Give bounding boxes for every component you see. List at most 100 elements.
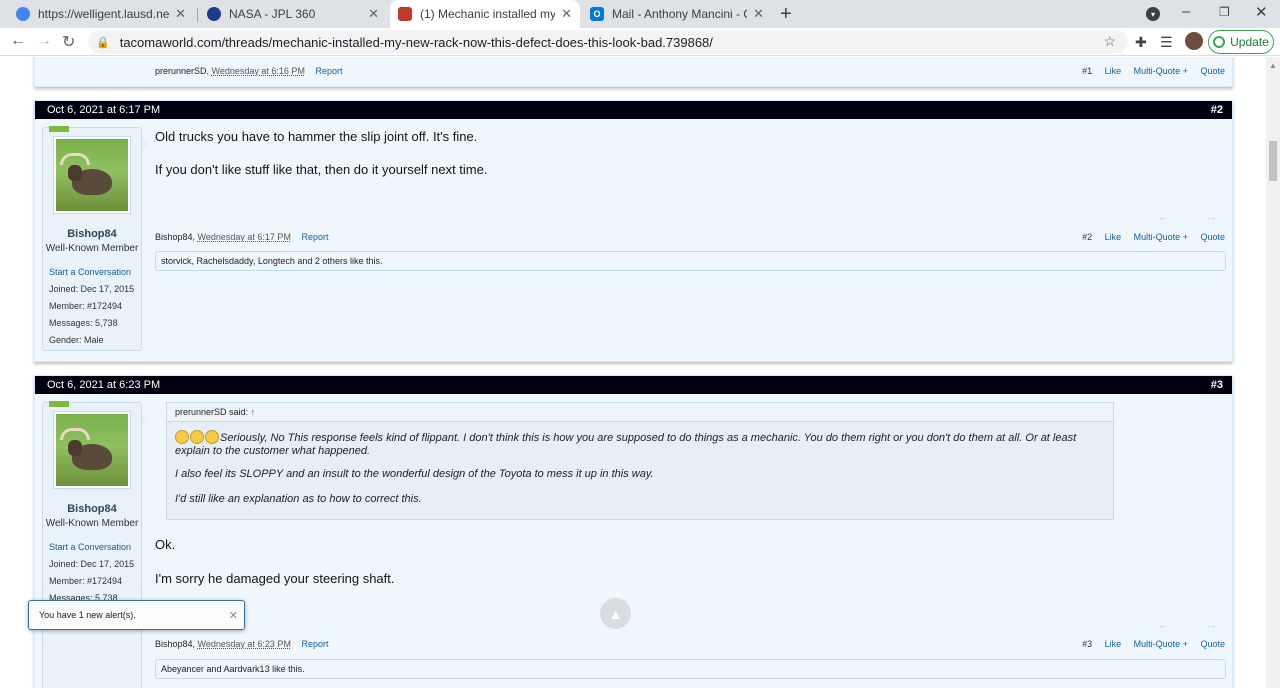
post-date[interactable]: Wednesday at 6:17 PM <box>198 232 291 242</box>
tab-welligent[interactable]: https://welligent.lausd.net/pls/ie/ ✕ <box>8 0 194 28</box>
post-number[interactable]: #2 <box>1082 232 1092 242</box>
close-tab-icon[interactable]: ✕ <box>753 6 764 22</box>
quote-link[interactable]: Quote <box>1200 66 1225 76</box>
author-link[interactable]: prerunnerSD <box>155 66 207 76</box>
quote-link[interactable]: Quote <box>1200 232 1225 242</box>
alert-toast[interactable]: You have 1 new alert(s). ✕ <box>28 600 245 630</box>
maximize-icon[interactable]: ❐ <box>1219 5 1230 19</box>
next-arrow-icon[interactable]: → <box>1205 209 1218 224</box>
close-tab-icon[interactable]: ✕ <box>175 6 186 22</box>
user-panel-pointer <box>142 411 150 427</box>
close-window-icon[interactable]: ✕ <box>1255 3 1268 21</box>
update-icon <box>1213 36 1226 48</box>
post-number[interactable]: #3 <box>1082 639 1092 649</box>
page-viewport: prerunnerSD, Wednesday at 6:16 PM Report… <box>0 57 1266 688</box>
close-alert-icon[interactable]: ✕ <box>229 609 238 622</box>
post-number[interactable]: #1 <box>1082 66 1092 76</box>
report-link[interactable]: Report <box>301 639 328 649</box>
quote-line: I'd still like an explanation as to how … <box>175 493 422 505</box>
post-date[interactable]: Wednesday at 6:23 PM <box>198 639 291 649</box>
extensions-icon[interactable]: ✚ <box>1135 34 1147 51</box>
new-tab-icon[interactable]: + <box>780 3 792 26</box>
member-stat: Member: #172494 <box>49 576 123 586</box>
url-text: tacomaworld.com/threads/mechanic-install… <box>119 34 713 50</box>
report-link[interactable]: Report <box>301 232 328 242</box>
avatar[interactable] <box>53 136 131 214</box>
tab-outlook[interactable]: O Mail - Anthony Mancini - Outlool ✕ <box>582 0 772 28</box>
update-button[interactable]: Update <box>1208 30 1274 54</box>
quote-line: Seriously, No This response feels kind o… <box>175 430 1077 457</box>
prev-arrow-icon[interactable]: ← <box>1157 209 1170 224</box>
nasa-favicon-icon <box>207 7 221 21</box>
avatar-image <box>56 414 128 486</box>
post-header: Oct 6, 2021 at 6:23 PM #3 <box>35 376 1232 394</box>
tacomaworld-favicon-icon <box>398 7 412 21</box>
tab-label: https://welligent.lausd.net/pls/ie/ <box>38 7 170 21</box>
messages-stat: Messages: 5,738 <box>49 318 118 328</box>
tab-tacomaworld[interactable]: (1) Mechanic installed my new ra ✕ <box>390 0 580 28</box>
post-3: Oct 6, 2021 at 6:23 PM #3 Bishop84 Well-… <box>34 375 1233 688</box>
username[interactable]: Bishop84 <box>43 228 141 240</box>
outlook-favicon-icon: O <box>590 7 604 21</box>
quote-body: Seriously, No This response feels kind o… <box>167 422 1113 514</box>
user-info-panel: Bishop84 Well-Known Member Start a Conve… <box>42 401 150 688</box>
multi-quote-link[interactable]: Multi-Quote + <box>1134 66 1188 76</box>
report-link[interactable]: Report <box>315 66 342 76</box>
likes-summary[interactable]: Abeyancer and Aardvark13 like this. <box>155 659 1226 679</box>
post-datetime: Oct 6, 2021 at 6:23 PM <box>47 379 161 391</box>
address-bar[interactable]: 🔒 tacomaworld.com/threads/mechanic-insta… <box>88 30 1128 54</box>
scroll-to-top-icon[interactable]: ▲ <box>600 598 631 629</box>
avatar[interactable] <box>53 411 131 489</box>
confused-emoji-icon <box>190 430 204 444</box>
multi-quote-link[interactable]: Multi-Quote + <box>1134 232 1188 242</box>
close-tab-icon[interactable]: ✕ <box>368 6 379 22</box>
moose-head-shape <box>68 165 82 181</box>
start-conversation-link[interactable]: Start a Conversation <box>49 264 141 281</box>
member-stat: Member: #172494 <box>49 301 123 311</box>
like-link[interactable]: Like <box>1105 232 1122 242</box>
page-scrollbar[interactable]: ▲ <box>1266 57 1280 688</box>
reload-icon[interactable]: ↻ <box>62 32 75 52</box>
quoted-post: prerunnerSD said: ↑ Seriously, No This r… <box>166 402 1114 520</box>
quote-source-arrow-icon[interactable]: ↑ <box>251 407 256 417</box>
back-icon[interactable]: ← <box>10 32 26 50</box>
profile-avatar[interactable] <box>1185 32 1203 50</box>
close-tab-icon[interactable]: ✕ <box>561 6 572 22</box>
post-permalink[interactable]: #3 <box>1211 379 1223 391</box>
author-link[interactable]: Bishop84 <box>155 232 193 242</box>
scrollbar-thumb[interactable] <box>1269 141 1277 181</box>
bookmark-star-icon[interactable]: ☆ <box>1103 33 1116 50</box>
author-link[interactable]: Bishop84 <box>155 639 193 649</box>
tab-search-icon[interactable]: ▾ <box>1146 7 1160 21</box>
tab-label: (1) Mechanic installed my new ra <box>420 7 556 21</box>
reading-list-icon[interactable]: ☰ <box>1160 34 1173 51</box>
username[interactable]: Bishop84 <box>43 503 141 515</box>
lock-icon[interactable]: 🔒 <box>96 36 110 49</box>
user-ribbon <box>49 401 69 407</box>
prev-arrow-icon[interactable]: ← <box>1157 617 1170 632</box>
multi-quote-link[interactable]: Multi-Quote + <box>1134 639 1188 649</box>
moose-antler-shape <box>60 428 90 440</box>
post-date[interactable]: Wednesday at 6:16 PM <box>212 66 305 76</box>
tab-nasa[interactable]: NASA - JPL 360 ✕ <box>199 0 387 28</box>
scroll-up-icon[interactable]: ▲ <box>1269 61 1277 70</box>
tab-label: Mail - Anthony Mancini - Outlool <box>612 7 747 21</box>
user-panel-pointer <box>142 136 150 152</box>
start-conversation-link[interactable]: Start a Conversation <box>49 539 141 556</box>
post-datetime: Oct 6, 2021 at 6:17 PM <box>47 104 161 116</box>
next-arrow-icon[interactable]: → <box>1205 617 1218 632</box>
joined-stat: Joined: Dec 17, 2015 <box>49 559 135 569</box>
like-link[interactable]: Like <box>1105 639 1122 649</box>
gender-stat: Gender: Male <box>49 335 104 345</box>
forward-icon[interactable]: → <box>36 32 52 50</box>
like-link[interactable]: Like <box>1105 66 1122 76</box>
quote-line: I also feel its SLOPPY and an insult to … <box>175 468 654 480</box>
confused-emoji-icon <box>175 430 189 444</box>
quote-link[interactable]: Quote <box>1200 639 1225 649</box>
minimize-icon[interactable]: – <box>1182 3 1190 20</box>
user-title: Well-Known Member <box>45 243 139 254</box>
user-stats: Start a Conversation Joined: Dec 17, 201… <box>49 264 141 349</box>
likes-summary[interactable]: storvick, Rachelsdaddy, Longtech and 2 o… <box>155 251 1226 271</box>
confused-emoji-icon <box>205 430 219 444</box>
post-permalink[interactable]: #2 <box>1211 104 1223 116</box>
